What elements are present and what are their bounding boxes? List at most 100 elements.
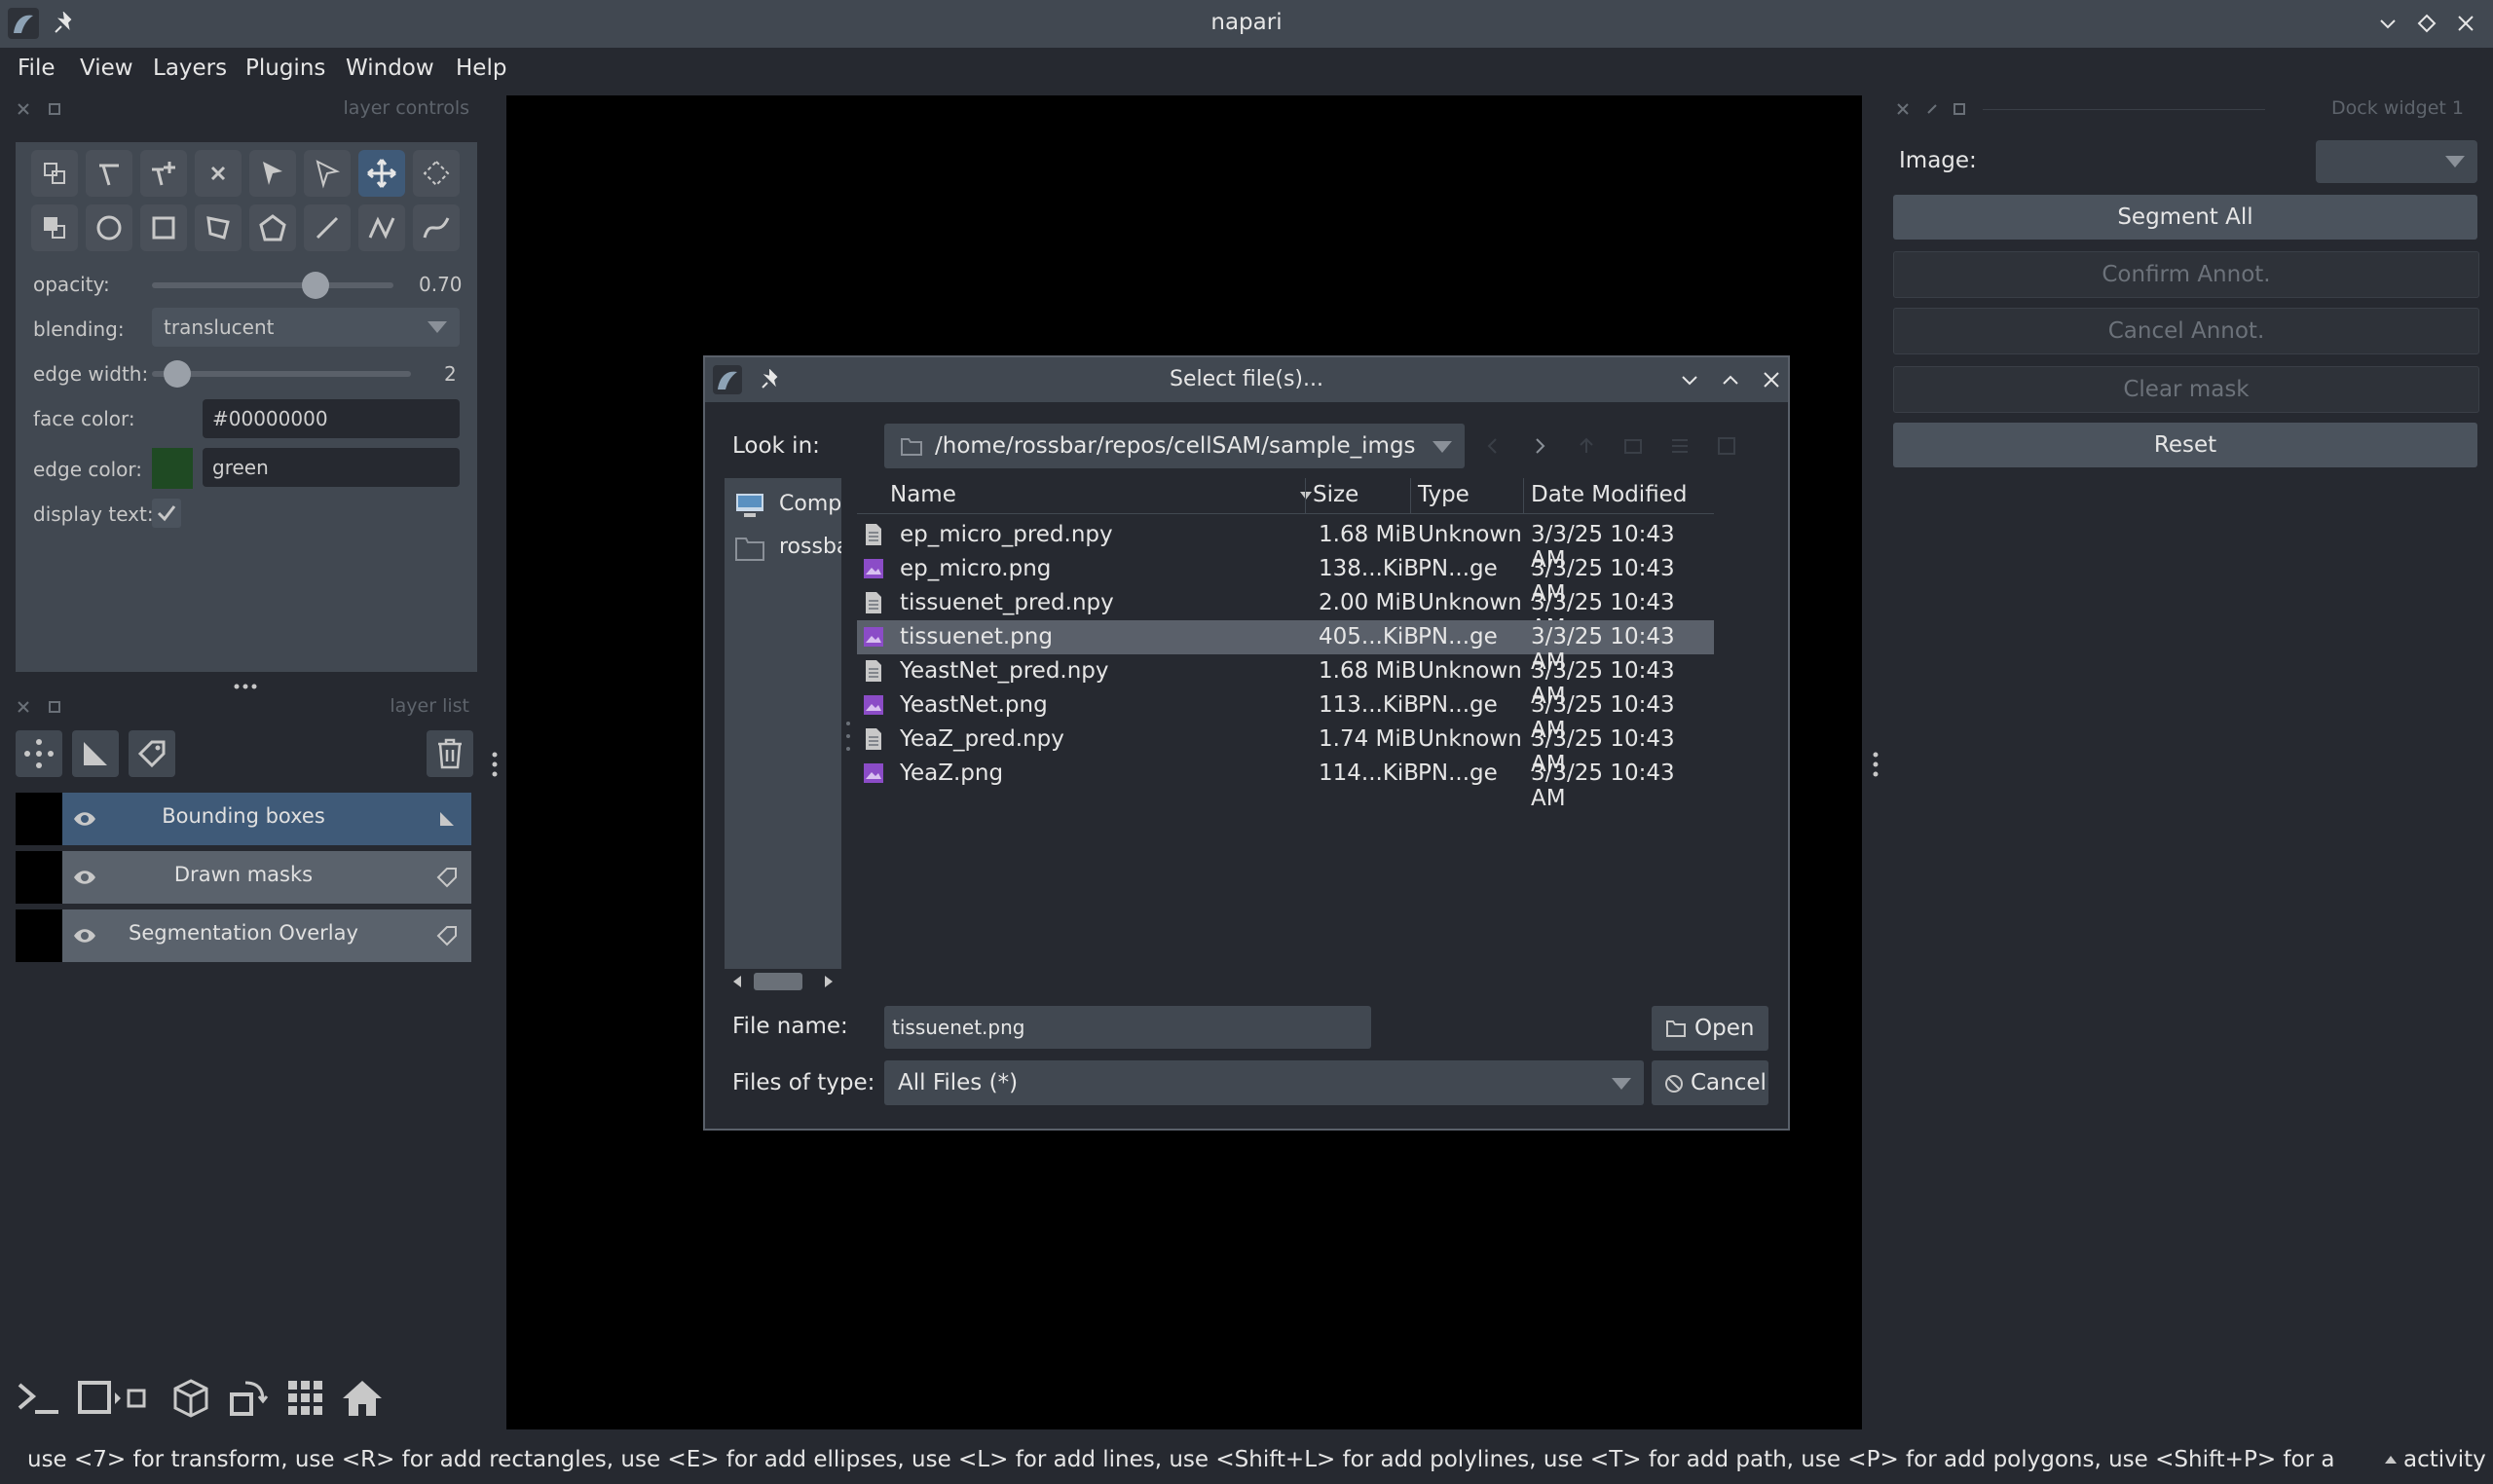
list-view-icon[interactable] [1669,435,1691,457]
file-row[interactable]: tissuenet_pred.npy 2.00 MiB Unknown 3/3/25 … [857,586,1714,641]
close-icon[interactable] [16,101,31,117]
column-size[interactable]: Size [1313,482,1358,507]
grid-icon[interactable] [282,1375,329,1422]
file-type: Unknown [1418,726,1522,752]
segment-all-button[interactable]: Segment All [1893,195,2477,240]
polyline-button[interactable] [358,204,405,251]
reset-button[interactable]: Reset [1893,423,2477,467]
float-icon[interactable] [1952,101,1967,117]
minimize-icon[interactable] [2376,12,2400,35]
look-in-combo[interactable]: /home/rossbar/repos/cellSAM/sample_imgs [884,424,1465,468]
float-icon[interactable] [47,101,62,117]
edge-color-swatch[interactable] [152,448,193,489]
move-back-button[interactable] [31,204,78,251]
transform-button[interactable] [413,150,460,197]
path-button[interactable] [413,204,460,251]
clear-mask-button[interactable]: Clear mask [1893,366,2479,413]
delete-shape-button[interactable] [195,150,242,197]
menu-plugins[interactable]: Plugins [245,56,325,81]
rectangle-button[interactable] [140,204,187,251]
file-row[interactable]: YeastNet_pred.npy 1.68 MiB Unknown 3/3/25 1… [857,654,1714,709]
ndisplay-icon[interactable] [74,1375,160,1422]
blending-select[interactable]: translucent [152,308,460,347]
edge-width-slider-handle[interactable] [164,360,191,388]
ellipse-button[interactable] [86,204,132,251]
rotate-icon[interactable] [224,1375,271,1422]
float-icon[interactable] [47,699,62,715]
column-type[interactable]: Type [1418,482,1470,507]
parent-dir-icon[interactable] [1576,435,1597,457]
menu-help[interactable]: Help [456,56,506,81]
file-row[interactable]: tissuenet.png 405...KiB PN...ge 3/3/25 10:4… [857,620,1714,675]
direct-select-button[interactable] [86,150,132,197]
layer-item[interactable]: Bounding boxes [16,793,471,845]
sidebar-item-home[interactable]: rossba [725,529,841,568]
panel-splitter[interactable] [491,750,499,779]
file-row[interactable]: YeaZ.png 114...KiB PN...ge 3/3/25 10:43 AM [857,757,1714,811]
select-button[interactable] [249,150,296,197]
file-row[interactable]: ep_micro.png 138...KiB PN...ge 3/3/25 10:43… [857,552,1714,607]
polygon-button[interactable] [249,204,296,251]
status-bar: use <7> for transform, use <R> for add r… [0,1437,2493,1484]
opacity-slider-handle[interactable] [302,272,329,299]
layer-item[interactable]: Segmentation Overlay [16,909,471,962]
column-date-modified[interactable]: Date Modified [1531,482,1687,507]
sidebar-item-computer[interactable]: Comp [725,486,841,525]
face-color-field[interactable]: #00000000 [203,399,460,438]
vertex-insert-button[interactable] [140,150,187,197]
files-of-type-select[interactable]: All Files (*) [884,1060,1644,1105]
close-icon[interactable] [16,699,31,715]
file-name-input[interactable]: tissuenet.png [884,1006,1371,1049]
close-icon[interactable] [1761,369,1782,390]
line-button[interactable] [304,204,351,251]
pan-zoom-button[interactable] [358,150,405,197]
cancel-annot-button[interactable]: Cancel Annot. [1893,308,2479,354]
maximize-icon[interactable] [2415,12,2438,35]
close-icon[interactable] [1895,101,1911,117]
cube-icon[interactable] [167,1375,214,1422]
cancel-button[interactable]: Cancel [1652,1060,1768,1105]
display-text-checkbox[interactable] [152,499,181,528]
activity-button[interactable]: activity [2403,1447,2486,1472]
sort-descending-icon[interactable] [1299,490,1313,501]
opacity-slider[interactable] [152,282,393,288]
file-row[interactable]: YeaZ_pred.npy 1.74 MiB Unknown 3/3/25 10:43… [857,723,1714,777]
file-row[interactable]: YeastNet.png 113...KiB PN...ge 3/3/25 10:43… [857,688,1714,743]
menu-view[interactable]: View [80,56,133,81]
back-arrow-icon[interactable] [1482,435,1504,457]
splitter-handle[interactable] [232,678,261,689]
new-labels-button[interactable] [129,730,175,777]
maximize-icon[interactable] [1720,369,1741,390]
sidebar-scrollbar[interactable] [725,969,841,994]
splitter-handle[interactable] [845,720,851,753]
menu-layers[interactable]: Layers [153,56,227,81]
close-icon[interactable] [2454,12,2477,35]
arrow-left-icon[interactable] [730,975,744,988]
new-points-button[interactable] [16,730,62,777]
menu-file[interactable]: File [18,56,56,81]
menu-window[interactable]: Window [346,56,434,81]
confirm-annot-button[interactable]: Confirm Annot. [1893,251,2479,298]
pin-icon[interactable] [1924,101,1940,117]
detail-view-icon[interactable] [1716,435,1737,457]
delete-layer-button[interactable] [427,730,473,777]
console-icon[interactable] [16,1375,62,1422]
column-name[interactable]: Name [890,482,956,507]
polygon-lasso-button[interactable] [195,204,242,251]
new-folder-icon[interactable] [1622,435,1644,457]
open-button[interactable]: Open [1652,1006,1768,1051]
scrollbar-thumb[interactable] [754,973,802,990]
image-select[interactable] [2316,140,2477,183]
minimize-icon[interactable] [1679,369,1700,390]
direct-button[interactable] [304,150,351,197]
new-shapes-button[interactable] [72,730,119,777]
file-row[interactable]: ep_micro_pred.npy 1.68 MiB Unknown 3/3/25 1… [857,518,1714,573]
places-sidebar: Comp rossba [725,478,841,994]
arrow-right-icon[interactable] [822,975,836,988]
edge-color-field[interactable]: green [203,448,460,487]
vertex-remove-button[interactable] [31,150,78,197]
dock-resize-handle[interactable] [1872,750,1879,779]
forward-arrow-icon[interactable] [1529,435,1550,457]
layer-item[interactable]: Drawn masks [16,851,471,904]
home-icon[interactable] [339,1375,386,1422]
